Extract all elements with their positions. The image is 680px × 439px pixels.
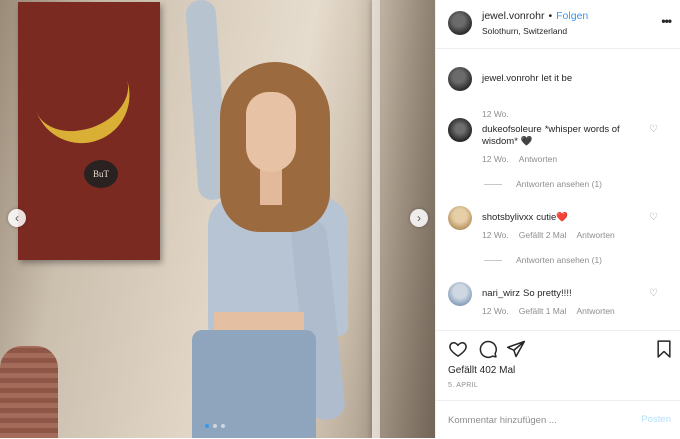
post-comment-button[interactable]: Posten [641, 414, 671, 425]
chevron-left-icon: ‹ [15, 211, 19, 225]
bookmark-icon[interactable] [654, 339, 674, 359]
reply-button[interactable]: Antworten [577, 306, 615, 316]
username-link[interactable]: jewel.vonrohr [482, 10, 544, 22]
caption-text: let it be [541, 73, 573, 84]
location-link[interactable]: Solothurn, Switzerland [482, 26, 567, 36]
avatar[interactable] [448, 11, 472, 35]
banana-shape [32, 69, 144, 157]
carousel-indicator [205, 424, 225, 428]
share-icon[interactable] [506, 339, 526, 359]
timestamp[interactable]: 12 Wo. [482, 306, 509, 316]
banana-painting: BuT [18, 2, 160, 260]
likes-count[interactable]: Gefällt 2 Mal [519, 230, 567, 240]
post-date[interactable]: 5. APRIL [448, 382, 478, 389]
wicker-basket [0, 346, 58, 438]
carousel-next-button[interactable]: › [410, 209, 428, 227]
carousel-dot [205, 424, 209, 428]
heart-icon[interactable]: ♡ [649, 213, 659, 223]
comment-input[interactable] [448, 411, 618, 429]
carousel-prev-button[interactable]: ‹ [8, 209, 26, 227]
post-side-panel: jewel.vonrohr • Folgen Solothurn, Switzerl… [435, 0, 680, 438]
separator-dot: • [548, 10, 553, 22]
comment-text: So pretty!!!! [523, 288, 572, 299]
username-link[interactable]: jewel.vonrohr [482, 73, 539, 84]
username-link[interactable]: shotsbylivxx [482, 212, 533, 223]
painting-tag: BuT [84, 160, 118, 188]
heart-icon[interactable]: ♡ [649, 289, 659, 299]
post-actions: Gefällt 402 Mal 5. APRIL [436, 330, 680, 401]
reply-button[interactable]: Antworten [577, 230, 615, 240]
avatar[interactable] [448, 118, 472, 142]
avatar[interactable] [448, 282, 472, 306]
comments-list: jewel.vonrohr let it be 12 Wo. dukeofsole… [436, 49, 680, 329]
carousel-dot [221, 424, 225, 428]
more-options-icon[interactable]: ••• [661, 14, 672, 28]
username-link[interactable]: nari_wirz [482, 288, 520, 299]
view-replies-button[interactable]: Antworten ansehen (1) [484, 179, 602, 189]
view-replies-button[interactable]: Antworten ansehen (1) [484, 255, 602, 265]
person-figure [180, 0, 380, 438]
heart-icon[interactable]: ♡ [649, 125, 659, 135]
username-link[interactable]: dukeofsoleure [482, 124, 542, 135]
follow-button[interactable]: Folgen [556, 10, 588, 22]
timestamp[interactable]: 12 Wo. [482, 154, 509, 164]
post-photo[interactable]: BuT ‹ › [0, 0, 435, 438]
comment-icon[interactable] [478, 339, 498, 359]
comment-text: cutie❤️ [536, 212, 569, 223]
likes-count[interactable]: Gefällt 402 Mal [448, 365, 515, 376]
avatar[interactable] [448, 206, 472, 230]
timestamp[interactable]: 12 Wo. [482, 230, 509, 240]
carousel-dot [213, 424, 217, 428]
reply-button[interactable]: Antworten [519, 154, 557, 164]
likes-count[interactable]: Gefällt 1 Mal [519, 306, 567, 316]
post-header: jewel.vonrohr • Folgen Solothurn, Switzerl… [436, 0, 680, 49]
avatar[interactable] [448, 67, 472, 91]
heart-icon[interactable] [448, 339, 468, 359]
chevron-right-icon: › [417, 211, 421, 225]
add-comment-bar: Posten [436, 400, 680, 439]
timestamp[interactable]: 12 Wo. [482, 109, 509, 119]
